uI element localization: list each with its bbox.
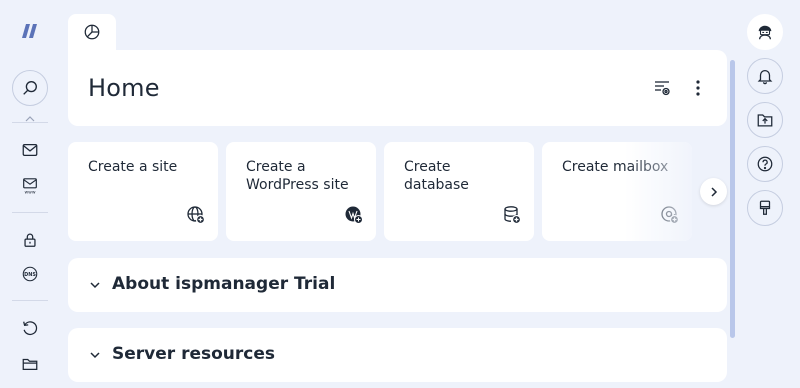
dashboard-settings-button[interactable] — [652, 78, 672, 98]
upload-files-button[interactable] — [747, 102, 783, 138]
nav-backups[interactable] — [12, 310, 48, 346]
nav-dns[interactable]: DNS — [12, 256, 48, 292]
bell-icon — [757, 69, 773, 85]
nav-mail[interactable] — [12, 132, 48, 168]
server-resources-section[interactable]: Server resources — [68, 328, 727, 382]
chevron-down-icon — [90, 352, 100, 359]
search-button[interactable] — [12, 70, 48, 106]
section-title: Server resources — [112, 344, 275, 364]
nav-mail-domains[interactable]: www — [12, 168, 48, 204]
right-sidebar — [732, 0, 800, 388]
database-add-icon — [502, 205, 522, 225]
globe-add-icon — [186, 205, 206, 225]
scroll-up-icon[interactable] — [24, 115, 36, 123]
carousel-next-button[interactable] — [700, 178, 727, 205]
about-trial-section[interactable]: About ispmanager Trial — [68, 258, 727, 312]
svg-text:DNS: DNS — [24, 272, 36, 278]
theme-button[interactable] — [747, 190, 783, 226]
folder-icon — [22, 358, 38, 371]
create-database-card[interactable]: Create database — [384, 142, 534, 241]
www-mail-icon: www — [23, 178, 37, 195]
create-wordpress-card[interactable]: Create a WordPress site — [226, 142, 376, 241]
create-mailbox-card[interactable]: Create mailbox — [542, 142, 692, 241]
divider — [12, 300, 48, 301]
home-header: Home — [68, 50, 727, 126]
brush-icon — [759, 200, 771, 215]
left-sidebar: www DNS — [0, 0, 60, 388]
svg-text:www: www — [24, 191, 35, 195]
upload-folder-icon — [757, 114, 773, 127]
create-database-label: Create database — [404, 159, 469, 193]
list-settings-icon — [655, 81, 670, 96]
notifications-button[interactable] — [747, 58, 783, 94]
create-site-card[interactable]: Create a site — [68, 142, 218, 241]
divider — [12, 212, 48, 213]
create-site-label: Create a site — [88, 159, 178, 175]
nav-file-manager[interactable] — [12, 346, 48, 382]
user-menu-button[interactable] — [747, 14, 783, 50]
chevron-down-icon — [90, 282, 100, 289]
help-button[interactable] — [747, 146, 783, 182]
search-icon — [23, 81, 37, 95]
dashboard-pie-icon — [84, 24, 100, 40]
more-options-button[interactable] — [688, 78, 708, 98]
create-mailbox-label: Create mailbox — [562, 159, 669, 175]
tab-dashboard[interactable] — [68, 14, 116, 54]
history-icon — [23, 321, 38, 336]
section-title: About ispmanager Trial — [112, 274, 336, 294]
chevron-right-icon — [710, 186, 717, 197]
help-icon — [757, 156, 773, 172]
dns-icon: DNS — [22, 266, 38, 282]
lock-icon — [24, 233, 36, 247]
user-avatar-icon — [758, 25, 772, 40]
more-vertical-icon — [696, 80, 700, 96]
ispmanager-logo[interactable] — [21, 24, 39, 38]
nav-ssl[interactable] — [12, 222, 48, 258]
mailbox-add-icon — [660, 205, 680, 225]
page-title: Home — [88, 74, 160, 102]
mail-icon — [22, 143, 38, 157]
wordpress-add-icon — [344, 205, 364, 225]
create-wordpress-label: Create a WordPress site — [246, 159, 349, 193]
